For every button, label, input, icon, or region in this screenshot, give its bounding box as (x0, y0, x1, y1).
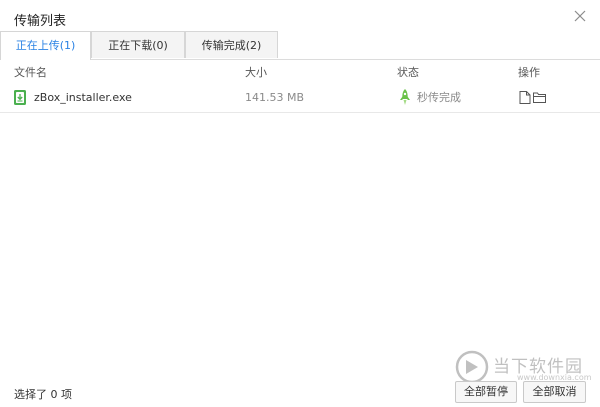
close-button[interactable] (570, 6, 590, 26)
pause-all-button[interactable]: 全部暂停 (455, 381, 517, 403)
tab-downloading[interactable]: 正在下载(0) (91, 31, 185, 58)
rocket-icon (400, 89, 410, 105)
watermark: 当下软件园 www.downxia.com (455, 350, 595, 384)
cancel-all-button[interactable]: 全部取消 (523, 381, 586, 403)
watermark-logo-icon (455, 350, 489, 384)
upload-status: 秒传完成 (417, 91, 461, 104)
window-title: 传输列表 (14, 14, 67, 29)
file-name: zBox_installer.exe (34, 91, 132, 104)
column-header-action: 操作 (518, 66, 540, 79)
tab-completed[interactable]: 传输完成(2) (185, 31, 278, 58)
file-size: 141.53 MB (245, 91, 305, 104)
open-file-icon[interactable] (519, 91, 531, 104)
column-header-name: 文件名 (14, 66, 47, 79)
tab-bar: 正在上传(1) 正在下载(0) 传输完成(2) (0, 31, 600, 60)
exe-file-icon (14, 90, 26, 105)
table-row[interactable]: zBox_installer.exe 141.53 MB 秒传完成 (0, 84, 600, 113)
tab-uploading[interactable]: 正在上传(1) (0, 31, 91, 60)
column-header-size: 大小 (245, 66, 267, 79)
selection-count: 选择了 0 项 (14, 388, 72, 401)
open-folder-icon[interactable] (533, 91, 546, 104)
column-header-status: 状态 (397, 66, 419, 79)
close-icon (574, 10, 586, 22)
